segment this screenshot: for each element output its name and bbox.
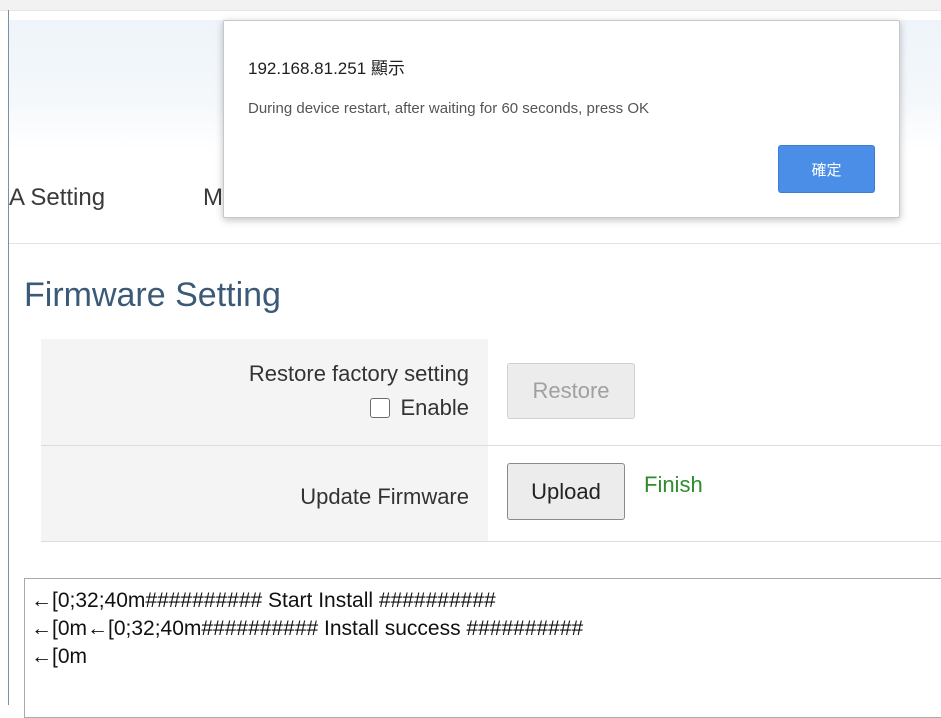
log-line: ←[0m←[0;32;40m########## Install success… bbox=[31, 617, 584, 640]
upload-button[interactable]: Upload bbox=[507, 463, 625, 520]
dialog-ok-button[interactable]: 確定 bbox=[778, 145, 875, 193]
update-label: Update Firmware bbox=[300, 484, 469, 509]
enable-label: Enable bbox=[400, 395, 469, 420]
page-title: Firmware Setting bbox=[24, 276, 281, 314]
nav-item-m[interactable]: M bbox=[203, 184, 223, 212]
firmware-form: Restore factory setting Enable Restore U… bbox=[41, 339, 941, 542]
restore-label: Restore factory setting bbox=[248, 361, 469, 386]
browser-top-strip bbox=[0, 0, 941, 11]
nav-item-a-setting[interactable]: A Setting bbox=[9, 184, 105, 212]
log-line: ←[0;32;40m########## Start Install #####… bbox=[31, 589, 496, 612]
enable-option: Enable bbox=[370, 395, 469, 421]
update-status: Finish bbox=[644, 472, 703, 497]
log-line: ←[0m bbox=[31, 645, 88, 668]
update-row: Update Firmware Upload Finish bbox=[41, 446, 941, 542]
enable-checkbox[interactable] bbox=[370, 398, 391, 418]
nav-divider bbox=[9, 243, 941, 244]
alert-dialog: 192.168.81.251 顯示 During device restart,… bbox=[223, 20, 900, 218]
install-log-textarea[interactable]: ←[0;32;40m########## Start Install #####… bbox=[24, 578, 941, 718]
dialog-title: 192.168.81.251 顯示 bbox=[248, 59, 405, 78]
restore-label-cell: Restore factory setting Enable bbox=[41, 339, 488, 445]
update-label-cell: Update Firmware bbox=[41, 446, 488, 541]
dialog-message: During device restart, after waiting for… bbox=[248, 100, 650, 117]
restore-row: Restore factory setting Enable Restore bbox=[41, 339, 941, 446]
restore-button[interactable]: Restore bbox=[507, 363, 635, 419]
